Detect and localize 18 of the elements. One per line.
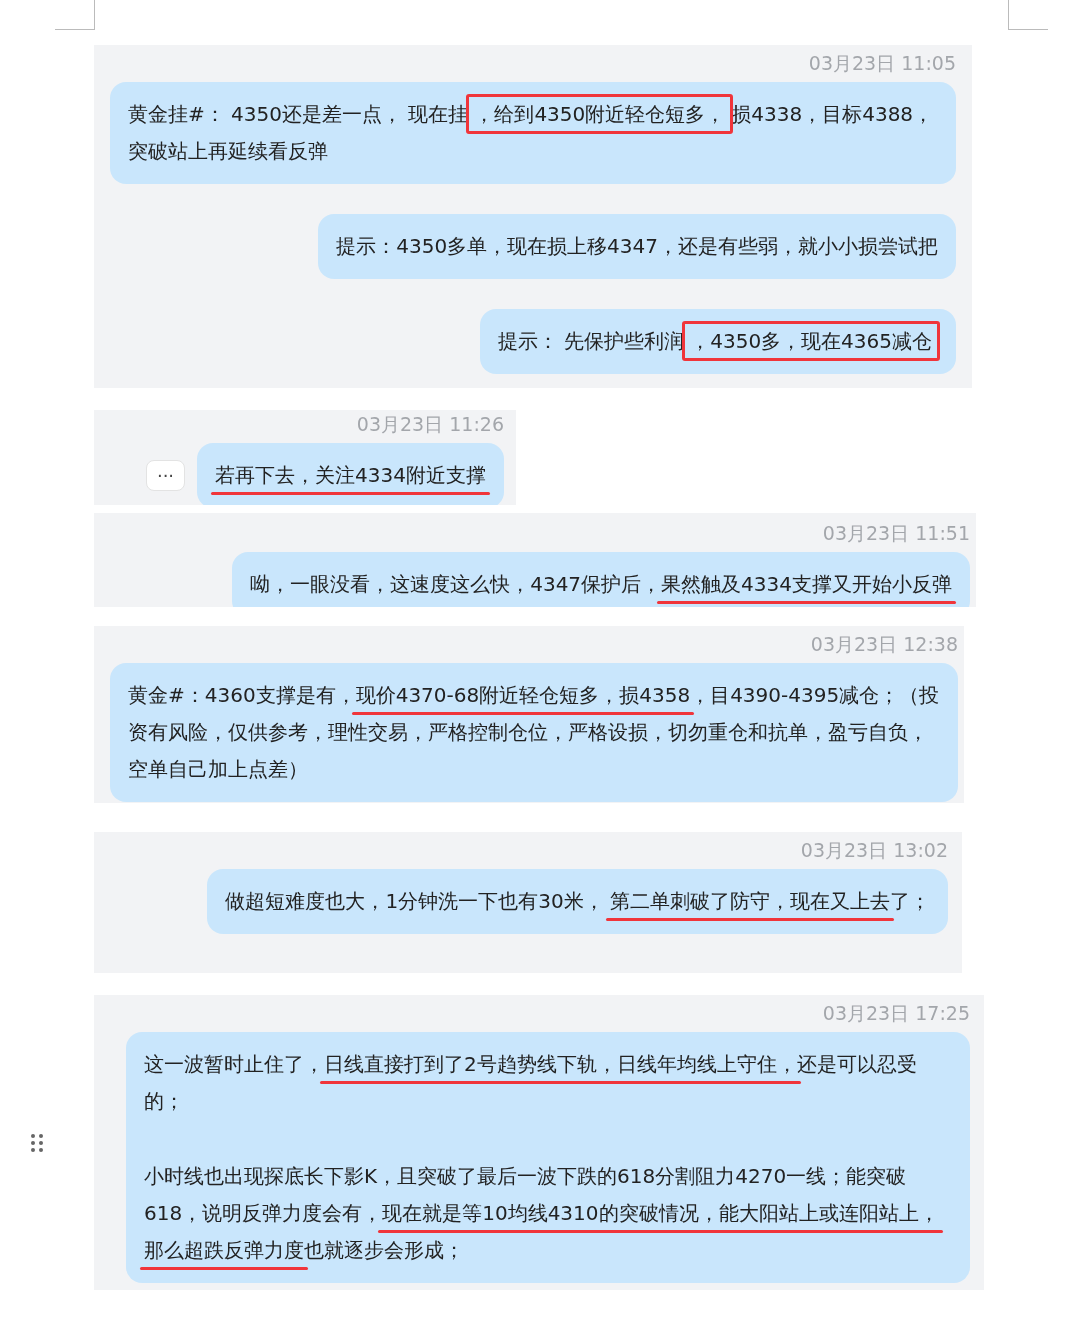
message-timestamp: 03月23日 17:25 [822,1003,970,1024]
message-timestamp: 03月23日 12:38 [810,634,958,655]
message-timestamp: 03月23日 11:26 [356,414,504,435]
page-corner-mark [55,0,95,30]
more-button[interactable]: ··· [145,459,186,492]
message-timestamp: 03月23日 11:51 [822,523,970,544]
message-bubble: 提示： 先保护些利润 ，4350多，现在4365减仓 [479,308,956,374]
message-bubble: 提示：4350多单，现在损上移4347，还是有些弱，就小小损尝试把 [318,213,956,279]
message-bubble: 黄金#：4360支撑是有，现价4370-68附近轻仓短多，损4358，目4390-4395减仓；（投资有风险，仅供参考，理性交易，严格控制仓位，严格设损，切勿重仓和抗单，盈亏自负，空单自己加上点差） [110,662,958,802]
page-corner-mark [1008,0,1048,30]
message-bubble: 这一波暂时止住了，日线直接打到了2号趋势线下轨，日线年均线上守住，还是可以忍受的； 小时线也出现探底长下影K，且突破了最后一波下跌的618分割阻力4270一线；能突破618，说明反弹力度会有，现在就是等10均线4310的突破情况，能大阳站上或连阳站上，那么超跌反弹力度也就逐步会形成； [126,1031,970,1283]
message-bubble: 若再下去，关注4334附近支撑 [197,442,504,505]
drag-handle-icon[interactable] [30,1133,44,1153]
message-timestamp: 03月23日 11:05 [808,53,956,74]
message-timestamp: 03月23日 13:02 [800,840,948,861]
message-bubble: 黄金挂#： 4350还是差一点， 现在挂 ，给到4350附近轻仓短多， 损4338，目标4388，突破站上再延续看反弹 [110,81,956,184]
message-bubble: 做超短难度也大，1分钟洗一下也有30米， 第二单刺破了防守，现在又上去了； [207,868,948,934]
message-bubble: 呦，一眼没看，这速度这么快，4347保护后，果然触及4334支撑又开始小反弹 [232,551,970,607]
